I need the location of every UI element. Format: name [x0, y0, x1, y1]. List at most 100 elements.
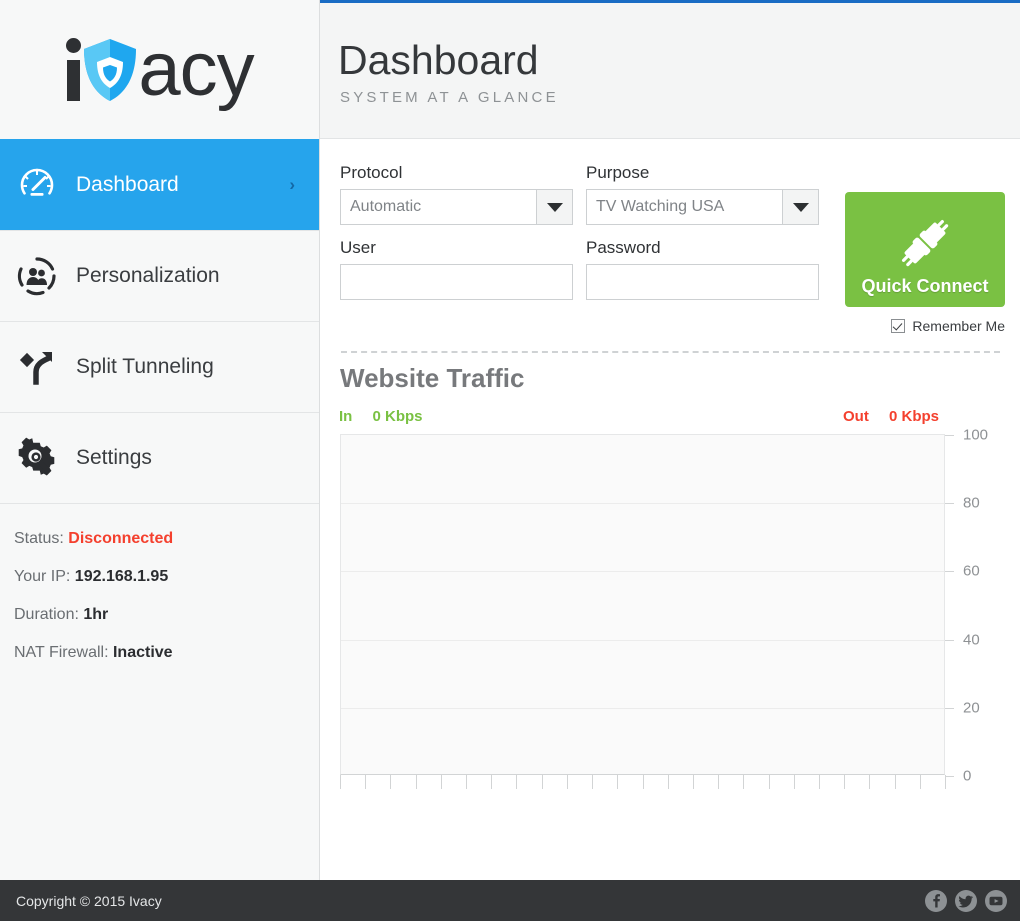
- chevron-right-icon: ›: [289, 175, 295, 194]
- password-input[interactable]: [586, 264, 819, 300]
- user-field: User: [340, 238, 573, 300]
- chart-x-tick: [668, 775, 669, 789]
- ip-label: Your IP:: [14, 568, 71, 585]
- ivacy-logo: acy: [65, 26, 255, 112]
- chart-y-tick: [945, 639, 954, 641]
- chart-x-tick: [491, 775, 492, 789]
- chart-x-tick: [567, 775, 568, 789]
- protocol-label: Protocol: [340, 163, 403, 182]
- legend-out: Out 0 Kbps: [843, 408, 939, 425]
- legend-out-name: Out: [842, 408, 869, 425]
- chart-x-tick: [895, 775, 896, 789]
- chevron-down-icon[interactable]: [782, 190, 818, 224]
- chart-y-tick-label: 80: [963, 494, 980, 512]
- chart-legend: In 0 Kbps Out 0 Kbps: [321, 408, 1020, 428]
- quick-connect-area: Quick Connect Remember Me: [845, 192, 1005, 334]
- chart-x-tick: [819, 775, 820, 789]
- quick-connect-label: Quick Connect: [861, 276, 989, 296]
- chart-x-tick: [365, 775, 366, 789]
- chevron-down-icon[interactable]: [536, 190, 572, 224]
- chart-x-tick: [441, 775, 442, 789]
- chart-x-tick: [643, 775, 644, 789]
- user-label: User: [340, 238, 376, 257]
- purpose-label: Purpose: [586, 163, 650, 182]
- remember-me-row[interactable]: Remember Me: [845, 318, 1005, 334]
- brand-logo: acy: [0, 0, 319, 139]
- nat-firewall-row: NAT Firewall: Inactive: [14, 644, 319, 662]
- youtube-icon[interactable]: [985, 889, 1007, 912]
- users-circle-icon: [14, 253, 60, 299]
- ivacy-vpn-window: acy Dashboard › Personalization Split Tu…: [0, 0, 1020, 921]
- chart-x-tick: [390, 775, 391, 789]
- sidebar-item-dashboard[interactable]: Dashboard ›: [0, 139, 319, 230]
- chart-x-tick: [592, 775, 593, 789]
- protocol-field: Protocol Automatic: [340, 163, 573, 225]
- chart-x-tick: [542, 775, 543, 789]
- sidebar-item-label: Settings: [76, 446, 152, 469]
- duration-label: Duration:: [14, 606, 79, 623]
- chart-y-tick: [945, 571, 954, 573]
- chart-y-tick: [945, 707, 954, 709]
- chart-gridline: [341, 571, 944, 573]
- nat-firewall-value: Inactive: [112, 644, 173, 661]
- chart-plot-area: [340, 434, 945, 775]
- remember-me-checkbox[interactable]: [891, 319, 906, 333]
- sidebar: acy Dashboard › Personalization Split Tu…: [0, 0, 320, 880]
- legend-in-name: In: [339, 408, 353, 425]
- chart-x-tick: [743, 775, 744, 789]
- ip-value: 192.168.1.95: [74, 568, 169, 585]
- password-field: Password: [586, 238, 819, 300]
- protocol-select[interactable]: Automatic: [340, 189, 573, 225]
- chart-x-tick: [340, 775, 341, 789]
- sidebar-item-label: Personalization: [76, 264, 220, 287]
- chart-x-tick: [416, 775, 417, 789]
- chart-gridline: [341, 639, 944, 641]
- chart-x-tick: [869, 775, 870, 789]
- chart-x-axis: [340, 775, 946, 789]
- page-title: Dashboard: [338, 37, 539, 83]
- sidebar-item-personalization[interactable]: Personalization: [0, 230, 319, 321]
- quick-connect-button[interactable]: Quick Connect: [845, 192, 1005, 307]
- page-header: Dashboard SYSTEM AT A GLANCE: [320, 0, 1020, 139]
- split-arrow-icon: [14, 344, 60, 390]
- connection-status-block: Status: Disconnected Your IP: 192.168.1.…: [0, 503, 319, 662]
- duration-value: 1hr: [83, 606, 109, 623]
- logo-text-acy: acy: [138, 26, 254, 112]
- chart-y-axis: 0 20 40 60 80 100: [945, 427, 1001, 789]
- logo-shield-icon: [84, 38, 137, 101]
- chart-y-tick: [945, 503, 954, 505]
- sidebar-item-label: Dashboard: [76, 173, 179, 196]
- chart-y-tick-label: 0: [963, 767, 972, 785]
- sidebar-item-split-tunneling[interactable]: Split Tunneling: [0, 321, 319, 412]
- chart-x-tick: [844, 775, 845, 789]
- facebook-icon[interactable]: [925, 889, 947, 912]
- user-input[interactable]: [340, 264, 573, 300]
- chart-x-tick: [693, 775, 694, 789]
- sidebar-item-settings[interactable]: Settings: [0, 412, 319, 503]
- chart-gridline: [341, 707, 944, 709]
- status-badge: Disconnected: [68, 530, 174, 547]
- chart-title: Website Traffic: [340, 363, 525, 393]
- duration-row: Duration: 1hr: [14, 606, 319, 624]
- chart-y-tick-label: 40: [963, 631, 980, 649]
- nat-firewall-label: NAT Firewall:: [14, 644, 109, 661]
- traffic-chart: 0 20 40 60 80 100: [340, 427, 1001, 789]
- section-divider: [341, 351, 1000, 353]
- main-content: Protocol Automatic Purpose TV Watching U…: [321, 139, 1020, 880]
- chart-x-tick: [920, 775, 921, 789]
- chart-y-tick: [945, 435, 954, 436]
- purpose-select[interactable]: TV Watching USA: [586, 189, 819, 225]
- website-traffic-section: Website Traffic In 0 Kbps Out 0 Kbps 0 20…: [321, 363, 1020, 789]
- plug-connect-icon: [896, 217, 954, 272]
- chart-x-tick: [516, 775, 517, 789]
- chart-y-tick-label: 60: [963, 562, 980, 580]
- purpose-field: Purpose TV Watching USA: [586, 163, 819, 225]
- ip-row: Your IP: 192.168.1.95: [14, 568, 319, 586]
- status-label: Status:: [14, 530, 64, 547]
- legend-in: In 0 Kbps: [339, 408, 423, 425]
- purpose-value: TV Watching USA: [596, 198, 725, 215]
- chart-gridline: [341, 503, 944, 505]
- twitter-icon[interactable]: [955, 889, 977, 912]
- chart-x-tick: [718, 775, 719, 789]
- page-subtitle: SYSTEM AT A GLANCE: [340, 89, 559, 106]
